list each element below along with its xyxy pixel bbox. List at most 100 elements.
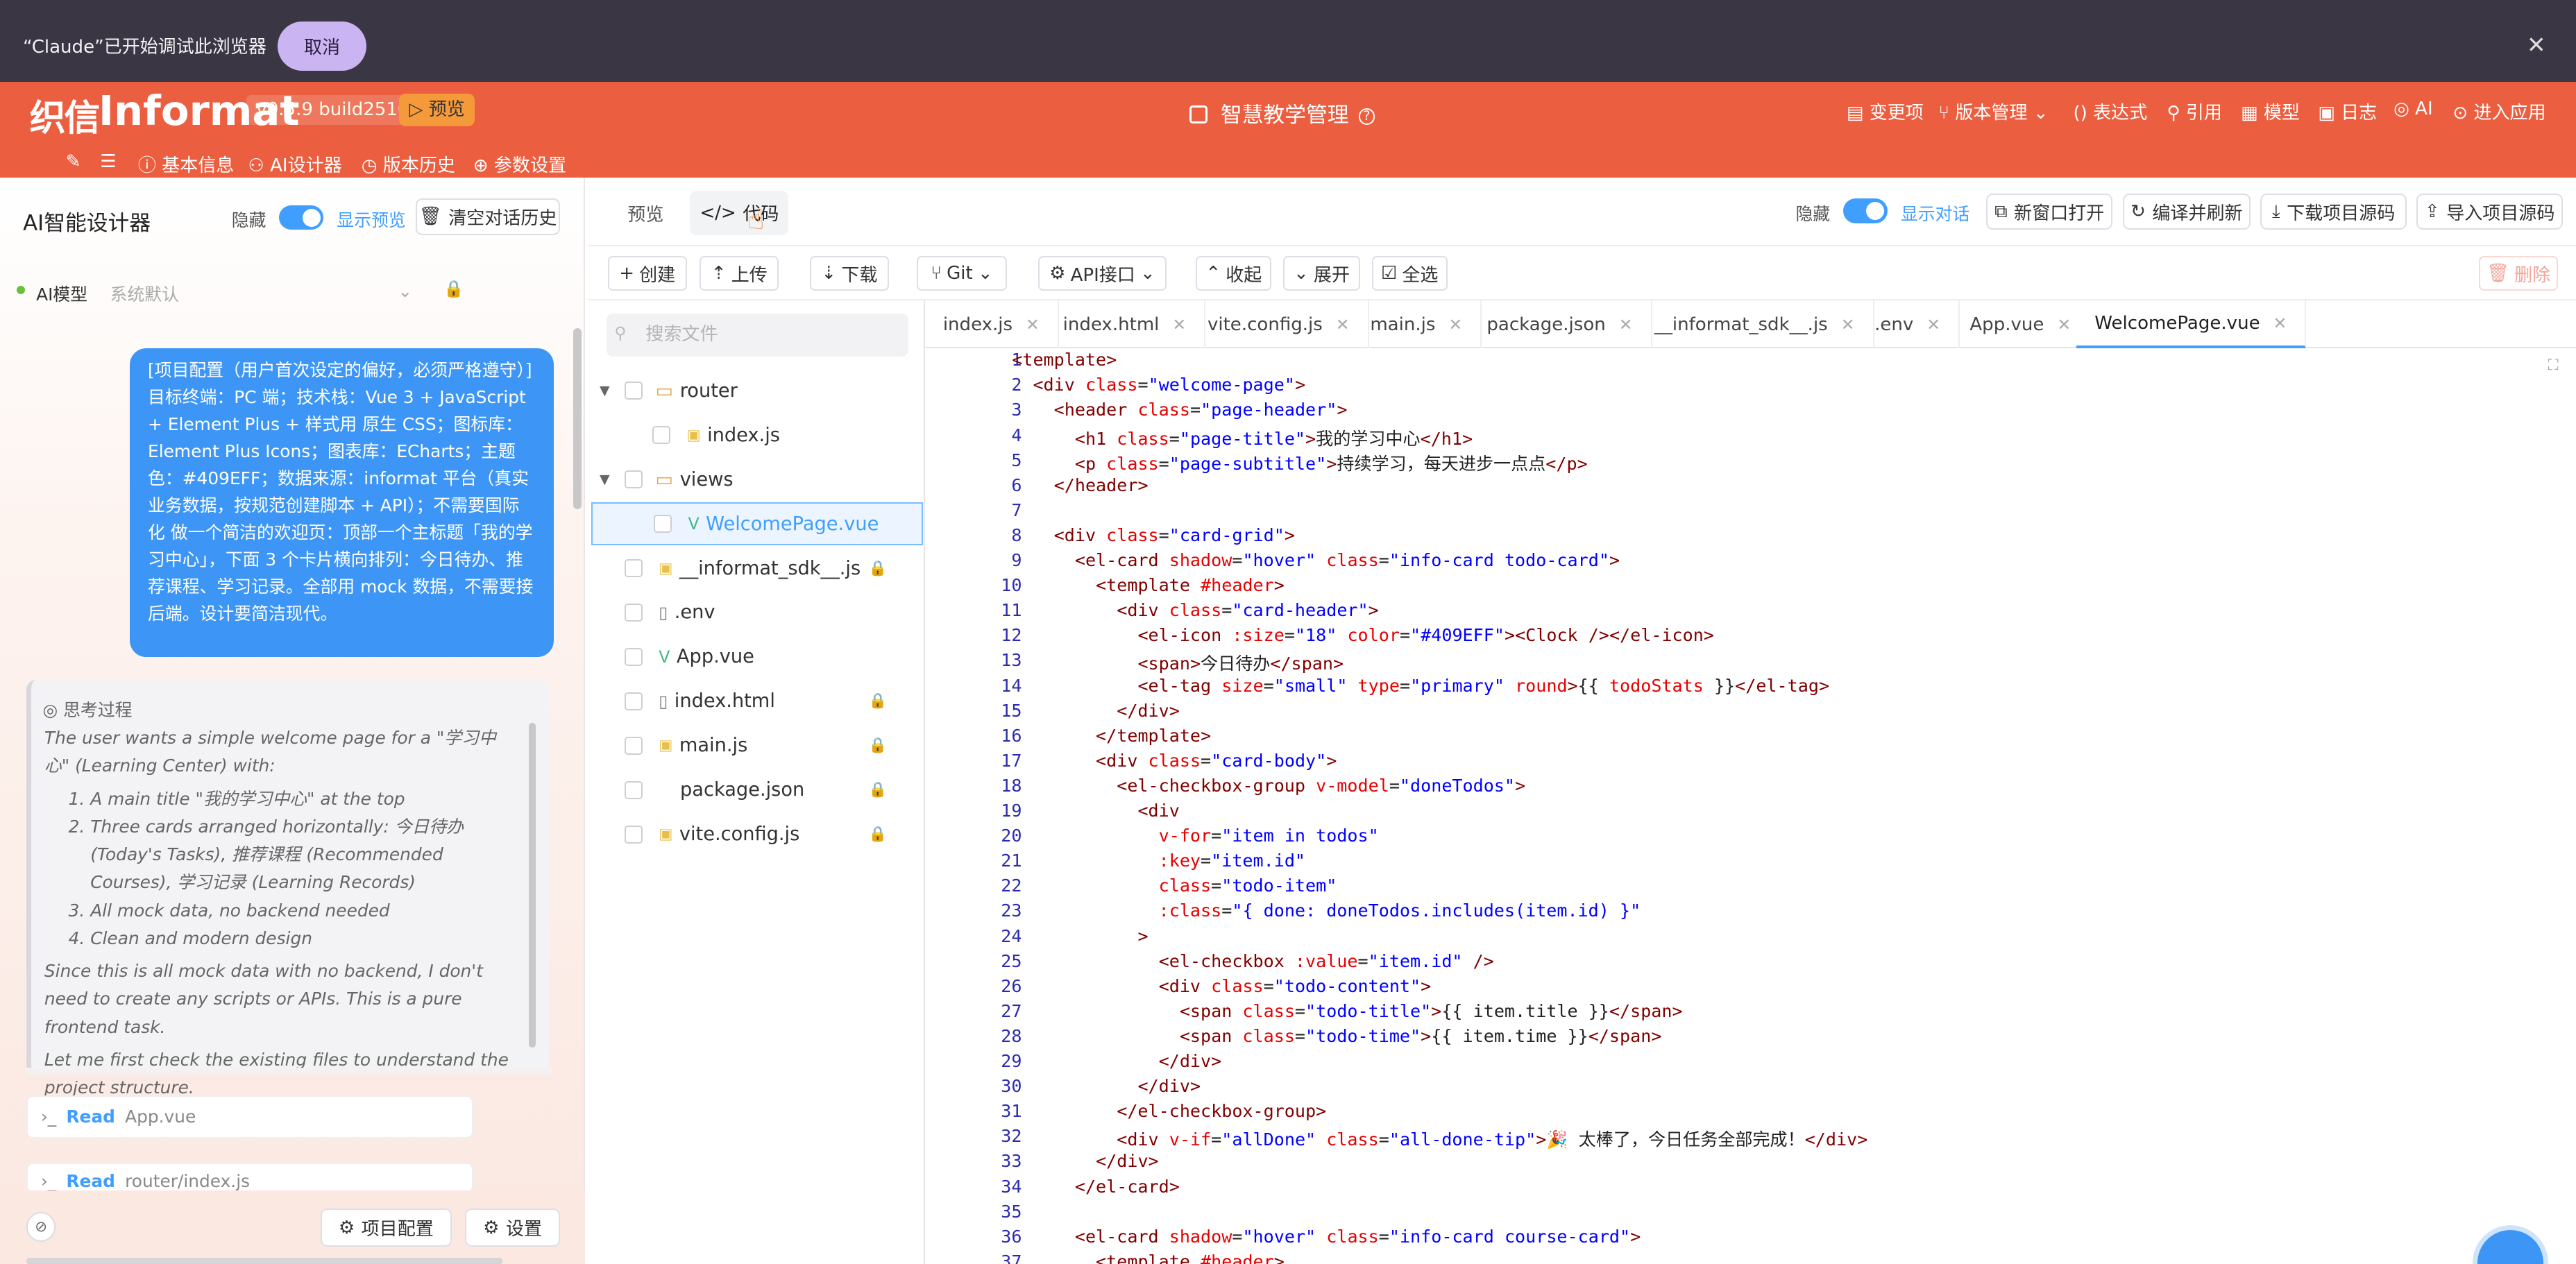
close-icon[interactable]: ✕ [2273, 314, 2287, 333]
tree-item-app-vue[interactable]: V App.vue [591, 635, 923, 678]
checkbox[interactable] [624, 559, 643, 578]
download-button[interactable]: ⇣ 下载 [810, 256, 889, 291]
menu-model[interactable]: ▦ 模型 [2241, 99, 2300, 124]
checkbox[interactable] [653, 515, 672, 533]
preview-tag[interactable]: ▷ 预览 [399, 93, 475, 127]
upload-button[interactable]: ⇡ 上传 [700, 256, 779, 291]
checkbox[interactable] [652, 426, 670, 445]
tree-item-env[interactable]: ▯ .env [591, 591, 923, 634]
checkbox[interactable] [624, 382, 643, 400]
collapse-button[interactable]: ⌃ 收起 [1196, 256, 1272, 291]
delete-button[interactable]: 🗑 删除 [2479, 256, 2558, 291]
checkbox[interactable] [624, 647, 643, 666]
close-icon[interactable]: ✕ [1026, 315, 1040, 334]
caret-down-icon: ▼ [600, 472, 610, 488]
file-tab-label: WelcomePage.vue [2094, 312, 2260, 334]
close-icon[interactable]: ✕ [2057, 315, 2071, 334]
menu-enter-app[interactable]: ⊙ 进入应用 [2452, 99, 2545, 124]
checkbox[interactable] [624, 603, 643, 622]
close-icon[interactable]: ✕ [1926, 315, 1940, 334]
tree-item-index-js[interactable]: ▣ index.js [591, 414, 923, 457]
line-number: 34 [1001, 1176, 1022, 1197]
search-file-input[interactable]: 搜索文件 [606, 314, 909, 357]
settings-button[interactable]: ⚙ 设置 [464, 1209, 561, 1247]
attach-icon[interactable]: ⊘ [26, 1212, 56, 1242]
close-icon[interactable]: ✕ [1336, 315, 1350, 334]
nav-ai-designer[interactable]: ⚇ AI设计器 [248, 151, 341, 177]
file-tab[interactable]: .env ✕ [1856, 300, 1960, 348]
list-icon[interactable]: ☰ [100, 151, 116, 172]
nav-param-settings[interactable]: ⊕ 参数设置 [473, 151, 566, 177]
compile-refresh-button[interactable]: ↻ 编译并刷新 [2122, 194, 2251, 230]
project-config-button[interactable]: ⚙ 项目配置 [320, 1209, 452, 1247]
line-number: 27 [1001, 1000, 1022, 1021]
tab-preview[interactable]: 预览 [627, 200, 663, 226]
thinking-scrollbar[interactable] [529, 722, 536, 1048]
tree-item-welcomepage[interactable]: V WelcomePage.vue [591, 502, 924, 545]
upload-label: 上传 [731, 264, 768, 286]
help-icon[interactable]: ? [1358, 108, 1375, 125]
menu-log[interactable]: ▣ 日志 [2318, 99, 2377, 124]
line-number: 20 [1001, 826, 1022, 846]
import-source-button[interactable]: ⇪ 导入项目源码 [2416, 194, 2563, 230]
lock-icon[interactable]: 🔒 [443, 279, 464, 298]
menu-ai[interactable]: ◎ AI [2393, 99, 2433, 119]
file-tab[interactable]: vite.config.js ✕ [1189, 300, 1369, 348]
menu-expression[interactable]: () 表达式 [2074, 99, 2148, 124]
tree-item-informat-sdk[interactable]: ▣ __informat_sdk__.js 🔒 [591, 547, 923, 590]
model-select[interactable]: 系统默认 ⌄ [110, 281, 423, 306]
menu-changes[interactable]: ▤ 变更项 [1847, 99, 1924, 124]
checkbox[interactable] [624, 780, 643, 799]
checkbox-icon: ☑ [1380, 263, 1398, 284]
select-all-button[interactable]: ☑ 全选 [1371, 256, 1448, 291]
checkbox[interactable] [624, 692, 643, 710]
tree-item-vite-config[interactable]: ▣ vite.config.js 🔒 [591, 813, 923, 856]
tree-item-router[interactable]: ▼ ▭ router [591, 370, 923, 413]
line-number: 17 [1001, 750, 1022, 771]
file-tab[interactable]: App.vue ✕ [1951, 300, 2091, 348]
close-icon[interactable]: ✕ [1448, 315, 1462, 334]
file-tab[interactable]: main.js ✕ [1352, 300, 1482, 348]
checkbox[interactable] [624, 736, 643, 755]
fullscreen-icon[interactable]: ⛶ [2548, 357, 2559, 374]
code-line: <el-card shadow="hover" class="info-card… [1074, 1226, 1641, 1247]
cancel-debug-button[interactable]: 取消 [278, 21, 366, 71]
new-window-button[interactable]: ⧉ 新窗口打开 [1986, 194, 2113, 230]
read-file-row[interactable]: ›_ Read router/index.js [26, 1163, 473, 1193]
file-tab[interactable]: __informat_sdk__.js ✕ [1636, 300, 1874, 348]
file-tab[interactable]: package.json ✕ [1468, 300, 1652, 348]
clear-history-button[interactable]: 🗑 清空对话历史 [415, 198, 561, 235]
close-icon[interactable]: ✕ [1172, 315, 1186, 334]
create-button[interactable]: + 创建 [607, 256, 687, 291]
menu-reference[interactable]: ⚲ 引用 [2167, 99, 2221, 124]
tree-item-index-html[interactable]: ▯ index.html 🔒 [591, 680, 923, 723]
file-tab-label: App.vue [1969, 314, 2044, 335]
checkbox[interactable] [624, 470, 643, 489]
close-icon[interactable]: ✕ [1619, 315, 1633, 334]
tree-item-views[interactable]: ▼ ▭ views [591, 458, 923, 501]
close-icon[interactable]: ✕ [2527, 31, 2546, 58]
horizontal-scrollbar[interactable] [26, 1258, 503, 1264]
tab-code[interactable]: </> 代码 [690, 190, 789, 235]
tree-item-package-json[interactable]: package.json 🔒 [591, 769, 923, 812]
file-tab[interactable]: index.js ✕ [925, 300, 1059, 348]
file-tab-active[interactable]: WelcomePage.vue ✕ [2076, 300, 2307, 348]
close-icon[interactable]: ✕ [1841, 315, 1855, 334]
edit-icon[interactable]: ✎ [66, 151, 81, 172]
git-dropdown[interactable]: ⑂ Git ⌄ [916, 256, 1008, 291]
expand-button[interactable]: ⌄ 展开 [1282, 256, 1361, 291]
scrollbar[interactable] [573, 328, 582, 509]
menu-version[interactable]: ⑂ 版本管理 ⌄ [1938, 99, 2048, 124]
tree-item-main-js[interactable]: ▣ main.js 🔒 [591, 724, 923, 767]
preview-toggle[interactable] [279, 205, 324, 230]
line-number: 24 [1001, 925, 1022, 946]
file-tab[interactable]: index.html ✕ [1045, 300, 1206, 348]
model-value: 系统默认 [110, 284, 179, 305]
api-dropdown[interactable]: ⚙ API接口 ⌄ [1038, 256, 1167, 291]
checkbox[interactable] [624, 825, 643, 844]
nav-version-history[interactable]: ◷ 版本历史 [362, 151, 455, 177]
read-file-row[interactable]: ›_ Read App.vue [26, 1095, 473, 1138]
download-source-button[interactable]: ⤓ 下载项目源码 [2260, 194, 2407, 230]
nav-basic-info[interactable]: ⓘ 基本信息 [138, 151, 234, 177]
dialog-toggle[interactable] [1843, 198, 1888, 223]
